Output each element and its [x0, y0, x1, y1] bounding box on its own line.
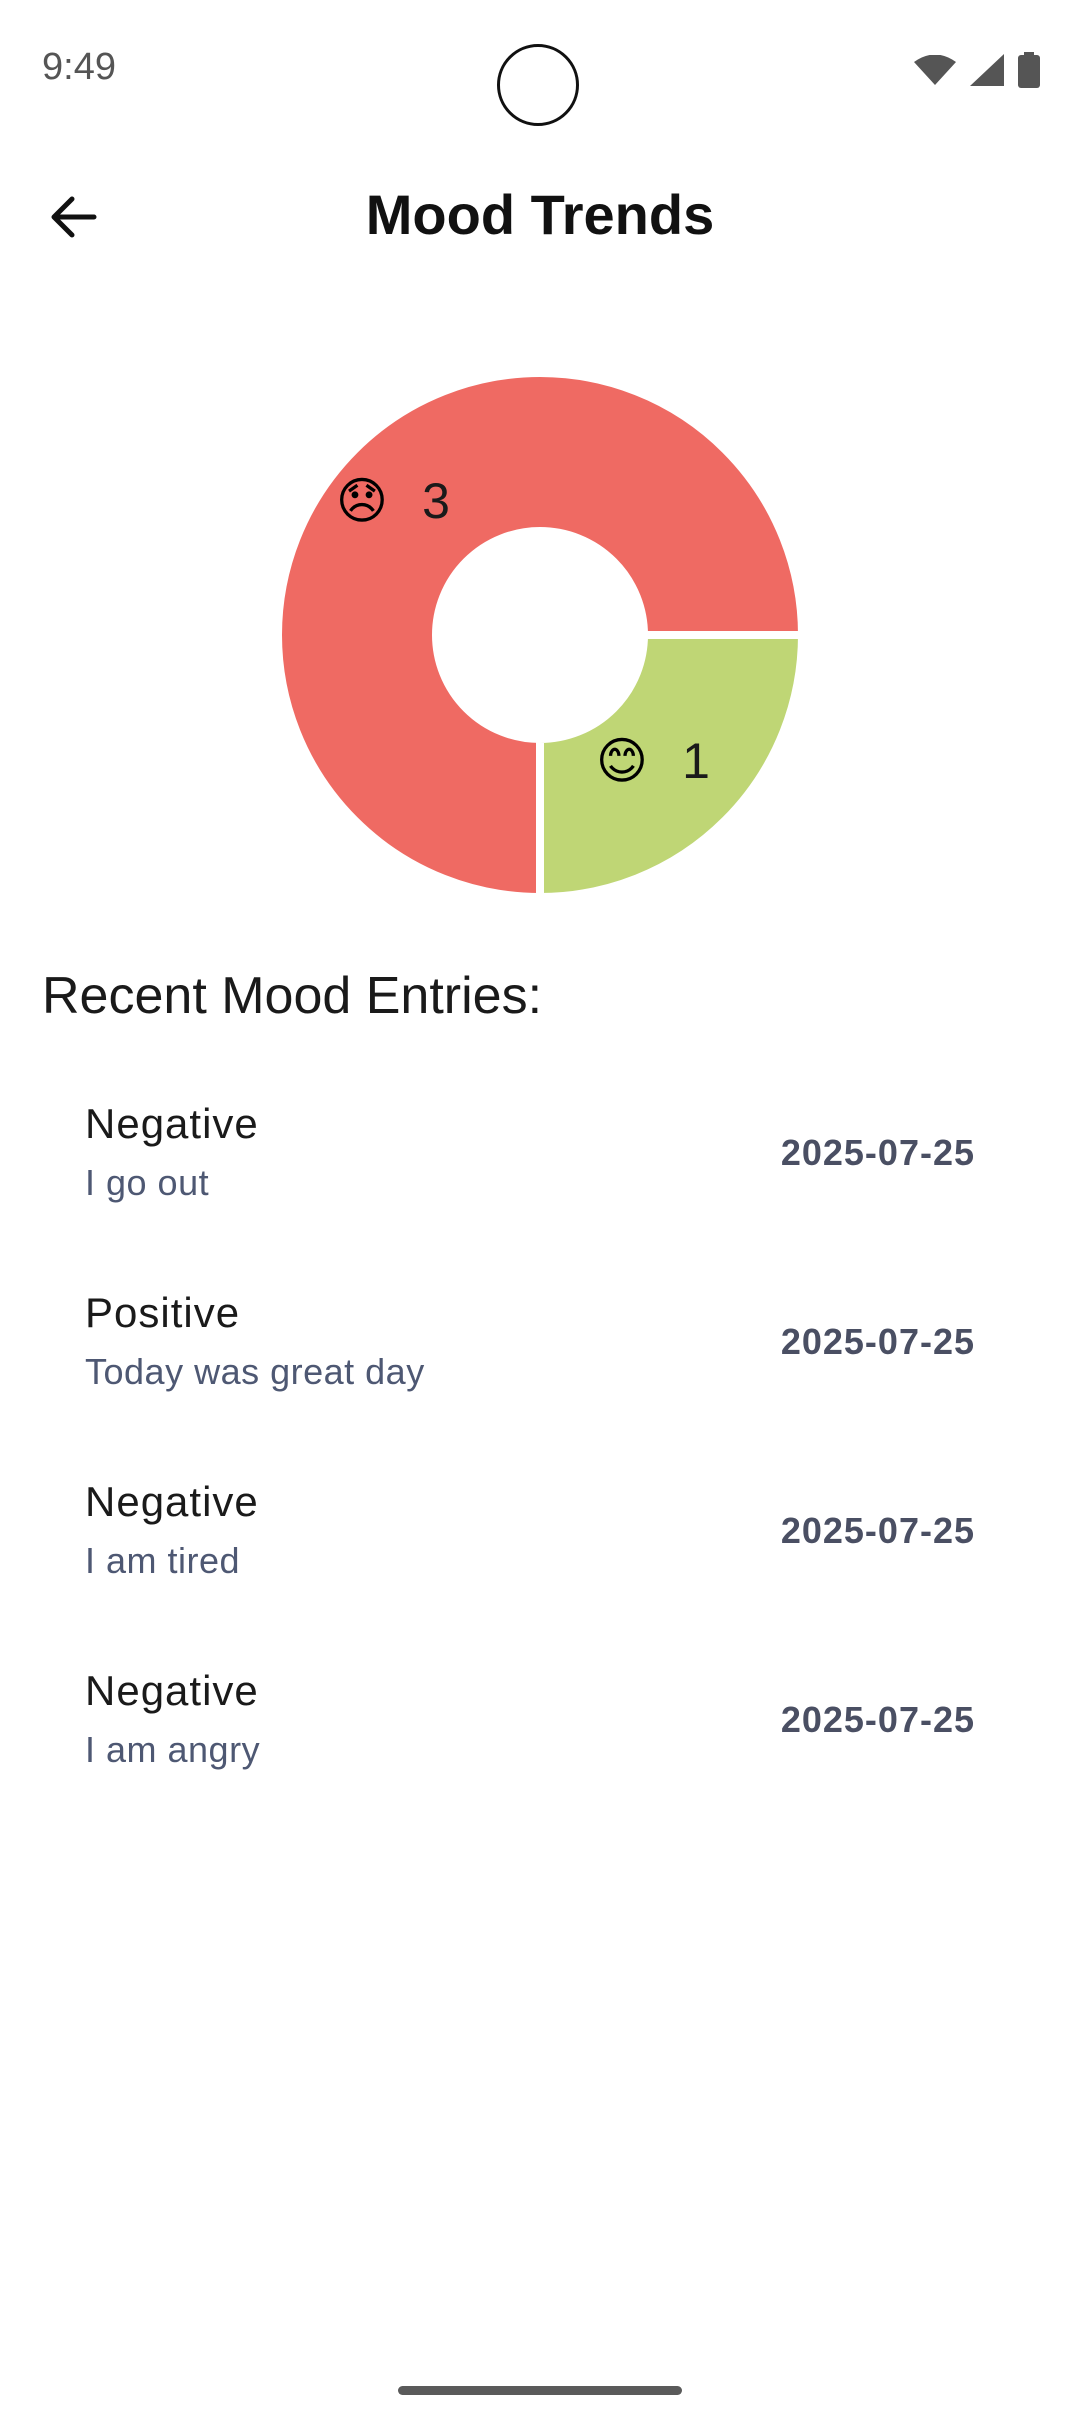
list-item[interactable]: Positive Today was great day 2025-07-25	[0, 1249, 1080, 1438]
entry-note: I am angry	[85, 1729, 261, 1770]
slice-count: 1	[682, 733, 710, 789]
status-bar: 9:49	[0, 0, 1080, 140]
mood-chart-svg: 😞 3 😊 1	[274, 369, 807, 902]
entry-mood: Positive	[85, 1289, 241, 1336]
cell-signal-icon	[970, 54, 1004, 86]
donut-slice	[536, 631, 807, 902]
entry-note: Today was great day	[85, 1351, 425, 1392]
slice-emoji: 😞	[336, 472, 388, 530]
status-icons	[914, 52, 1040, 88]
entry-note: I go out	[85, 1162, 210, 1203]
page-title: Mood Trends	[365, 183, 715, 246]
camera-cutout	[497, 44, 579, 126]
entry-note: I am tired	[85, 1540, 241, 1581]
entry-mood: Negative	[85, 1100, 259, 1147]
list-item[interactable]: Negative I go out 2025-07-25	[0, 1060, 1080, 1249]
recent-entries-title: Recent Mood Entries:	[42, 967, 543, 1025]
list-item[interactable]: Negative I am tired 2025-07-25	[0, 1438, 1080, 1627]
entries-list: Negative I go out 2025-07-25 Positive To…	[0, 1060, 1080, 1816]
slice-emoji: 😊	[596, 732, 648, 790]
home-indicator[interactable]	[398, 2386, 682, 2395]
wifi-icon	[914, 55, 956, 85]
entry-date: 2025-07-25	[780, 1510, 975, 1551]
app-bar: Mood Trends	[0, 160, 1080, 270]
list-item[interactable]: Negative I am angry 2025-07-25	[0, 1627, 1080, 1816]
battery-icon	[1018, 52, 1040, 88]
status-time: 9:49	[42, 46, 116, 88]
mood-donut-chart: 😞 3 😊 1	[0, 340, 1080, 940]
entry-date: 2025-07-25	[780, 1321, 975, 1362]
entry-mood: Negative	[85, 1478, 259, 1525]
entry-date: 2025-07-25	[780, 1699, 975, 1740]
slice-count: 3	[422, 473, 450, 529]
entry-mood: Negative	[85, 1667, 259, 1714]
entry-date: 2025-07-25	[780, 1132, 975, 1173]
